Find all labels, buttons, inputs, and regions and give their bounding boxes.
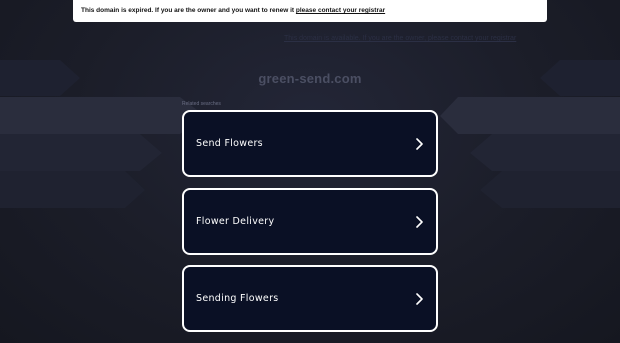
result-flower-delivery[interactable]: Flower Delivery bbox=[182, 188, 438, 255]
result-sending-flowers[interactable]: Sending Flowers bbox=[182, 265, 438, 332]
related-searches-label: Related searches bbox=[182, 101, 221, 107]
expired-notice-text: This domain is expired. If you are the o… bbox=[81, 7, 295, 14]
chevron-right-icon bbox=[416, 138, 423, 150]
result-label: Flower Delivery bbox=[196, 216, 275, 227]
contact-registrar-link[interactable]: please contact your registrar bbox=[296, 7, 385, 14]
result-label: Sending Flowers bbox=[196, 293, 279, 304]
domain-inquiry-link[interactable]: This domain is available. If you are the… bbox=[284, 34, 534, 44]
expired-notice-bar: This domain is expired. If you are the o… bbox=[73, 0, 547, 22]
page: This domain is expired. If you are the o… bbox=[0, 0, 620, 343]
result-send-flowers[interactable]: Send Flowers bbox=[182, 110, 438, 177]
chevron-right-icon bbox=[416, 216, 423, 228]
chevron-right-icon bbox=[416, 293, 423, 305]
domain-title: green-send.com bbox=[258, 71, 362, 86]
result-label: Send Flowers bbox=[196, 138, 263, 149]
